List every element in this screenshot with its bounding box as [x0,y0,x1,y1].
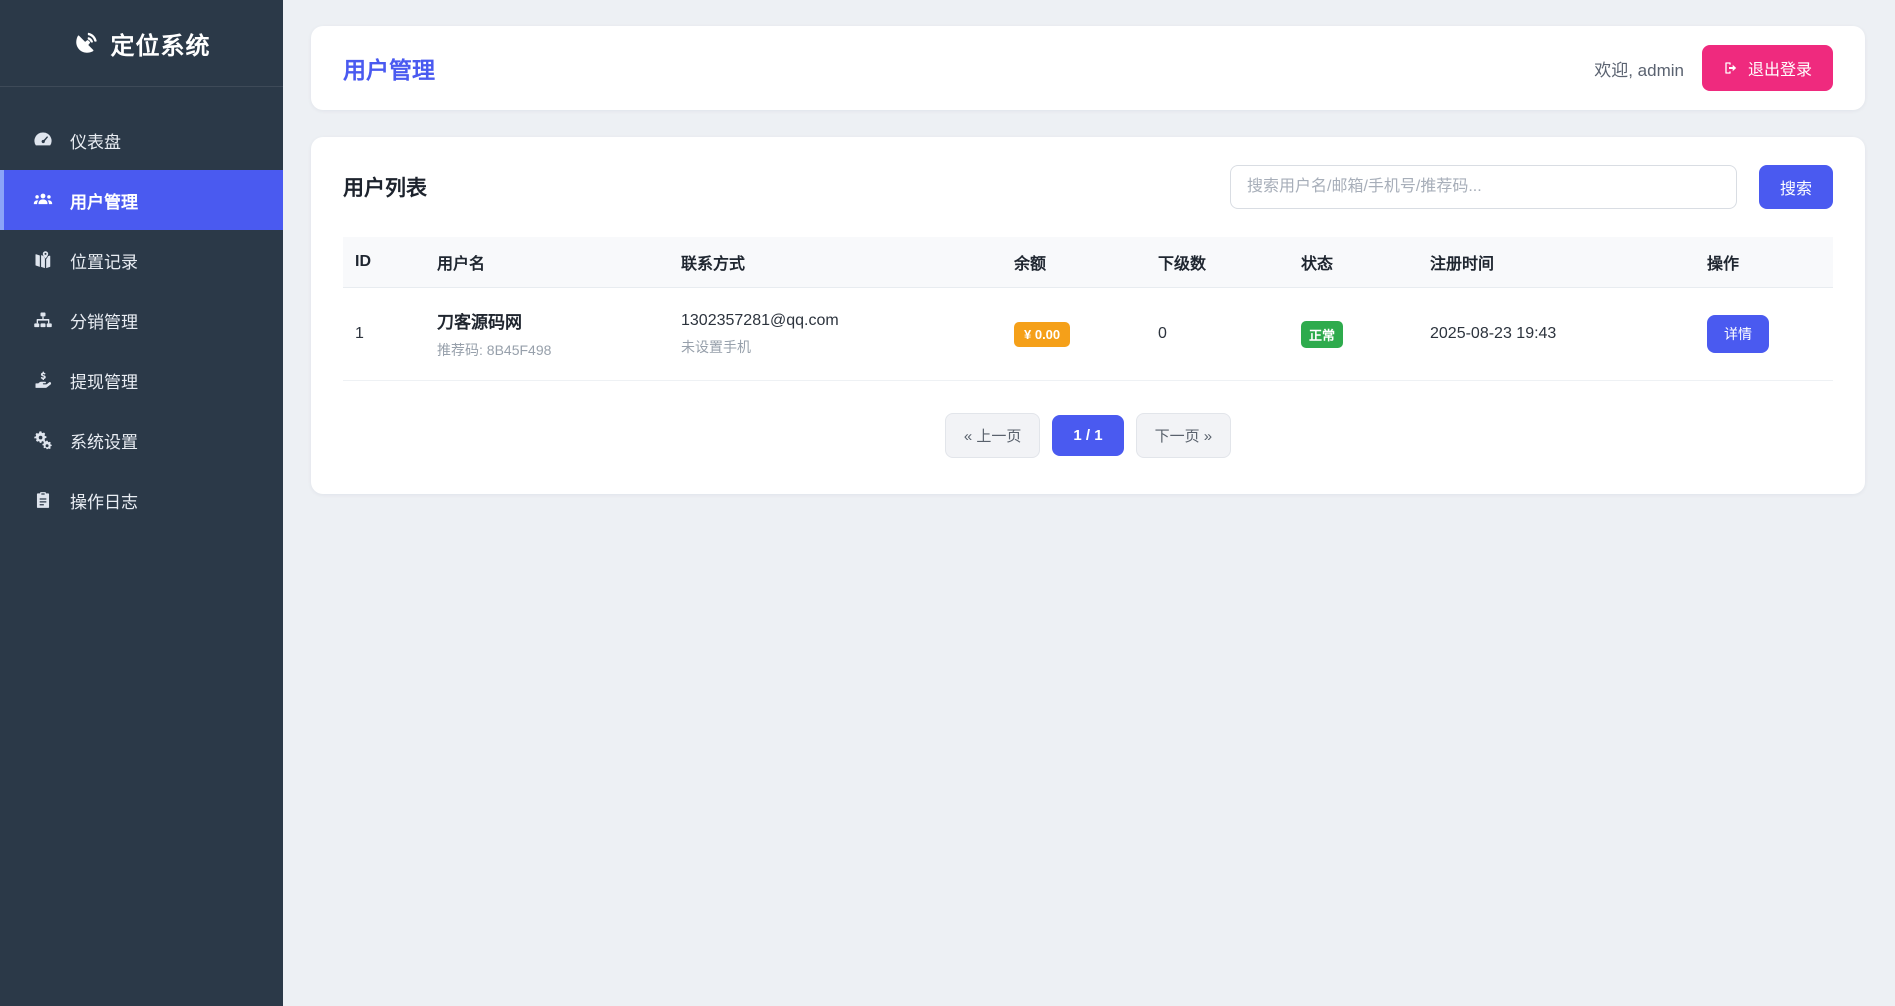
cell-status: 正常 [1289,301,1418,368]
column-header-balance: 余额 [1002,237,1146,287]
gears-icon [33,430,53,450]
cell-registered: 2025-08-23 19:43 [1418,305,1695,363]
page-title: 用户管理 [343,51,435,85]
referral-code-text: 推荐码: 8B45F498 [437,340,657,360]
sidebar-item-label: 位置记录 [70,248,138,273]
sidebar-item-users[interactable]: 用户管理 [0,170,283,230]
column-header-subordinates: 下级数 [1146,237,1289,287]
logout-label: 退出登录 [1748,56,1812,80]
cell-actions: 详情 [1695,295,1833,373]
sidebar-item-dashboard[interactable]: 仪表盘 [0,110,283,170]
main-content: 用户管理 欢迎, admin 退出登录 用户列表 搜索 [283,0,1895,1006]
email-text: 1302357281@qq.com [681,312,990,330]
gauge-icon [33,130,53,150]
column-header-status: 状态 [1289,237,1418,287]
search-group: 搜索 [1230,165,1833,209]
users-table: ID 用户名 联系方式 余额 下级数 状态 注册时间 操作 1 刀客源码网 推荐… [343,237,1833,381]
next-page-button[interactable]: 下一页 » [1136,413,1232,458]
user-list-panel: 用户列表 搜索 ID 用户名 联系方式 余额 下级数 状态 注册时间 操作 1 … [311,137,1865,494]
cell-username: 刀客源码网 推荐码: 8B45F498 [425,288,669,380]
top-bar: 用户管理 欢迎, admin 退出登录 [311,26,1865,110]
hand-dollar-icon [33,370,53,390]
app-title: 定位系统 [111,26,211,61]
search-button[interactable]: 搜索 [1759,165,1833,209]
status-badge: 正常 [1301,321,1343,348]
pagination: « 上一页 1 / 1 下一页 » [343,413,1833,458]
detail-button[interactable]: 详情 [1707,315,1769,353]
app-logo: 定位系统 [0,0,283,87]
sidebar-item-locations[interactable]: 位置记录 [0,230,283,290]
panel-title: 用户列表 [343,172,427,202]
sidebar-item-logs[interactable]: 操作日志 [0,470,283,530]
users-icon [33,190,53,210]
satellite-dish-icon [73,30,99,56]
table-header-row: ID 用户名 联系方式 余额 下级数 状态 注册时间 操作 [343,237,1833,288]
prev-page-button[interactable]: « 上一页 [945,413,1041,458]
current-page-indicator[interactable]: 1 / 1 [1052,415,1123,456]
sidebar-item-label: 操作日志 [70,488,138,513]
cell-id: 1 [343,305,425,363]
logout-button[interactable]: 退出登录 [1702,45,1833,91]
column-header-id: ID [343,240,425,284]
sidebar-item-distribution[interactable]: 分销管理 [0,290,283,350]
sidebar-item-label: 系统设置 [70,428,138,453]
username-text: 刀客源码网 [437,308,657,333]
log-icon [33,490,53,510]
column-header-registered: 注册时间 [1418,237,1695,287]
column-header-actions: 操作 [1695,237,1833,287]
sidebar-item-withdrawals[interactable]: 提现管理 [0,350,283,410]
sidebar-item-settings[interactable]: 系统设置 [0,410,283,470]
cell-contact: 1302357281@qq.com 未设置手机 [669,292,1002,377]
balance-badge: ¥ 0.00 [1014,322,1070,347]
table-row: 1 刀客源码网 推荐码: 8B45F498 1302357281@qq.com … [343,288,1833,381]
sitemap-icon [33,310,53,330]
welcome-text: 欢迎, admin [1594,56,1684,81]
panel-header: 用户列表 搜索 [343,165,1833,209]
sidebar: 定位系统 仪表盘 用户管理 [0,0,283,1006]
column-header-contact: 联系方式 [669,237,1002,287]
column-header-username: 用户名 [425,237,669,287]
phone-text: 未设置手机 [681,337,990,357]
map-icon [33,250,53,270]
sidebar-item-label: 用户管理 [70,188,138,213]
sidebar-item-label: 分销管理 [70,308,138,333]
search-input[interactable] [1230,165,1737,209]
sidebar-item-label: 仪表盘 [70,128,121,153]
sign-out-icon [1723,60,1739,76]
cell-subordinates: 0 [1146,305,1289,363]
cell-balance: ¥ 0.00 [1002,302,1146,367]
topbar-right: 欢迎, admin 退出登录 [1594,45,1833,91]
sidebar-nav: 仪表盘 用户管理 [0,87,283,530]
sidebar-item-label: 提现管理 [70,368,138,393]
